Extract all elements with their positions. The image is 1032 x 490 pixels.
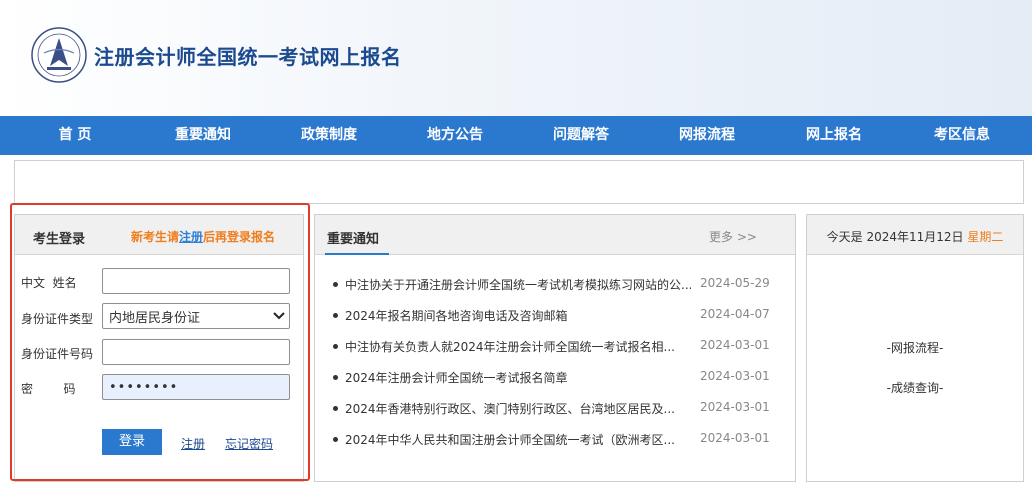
bullet-icon [333, 375, 338, 380]
notice-item[interactable]: 2024年报名期间各地咨询电话及咨询邮箱 2024-04-07 [333, 307, 789, 327]
notice-item[interactable]: 中注协关于开通注册会计师全国统一考试机考模拟练习网站的公... 2024-05-… [333, 276, 789, 296]
login-highlight-box [10, 203, 310, 481]
today-date: 今天是 2024年11月12日 星期二 [807, 228, 1023, 245]
nav-policy[interactable]: 政策制度 [274, 116, 384, 155]
main-nav: 首 页 重要通知 政策制度 地方公告 问题解答 网报流程 网上报名 考区信息 [0, 116, 1032, 155]
notice-item-date: 2024-04-07 [700, 307, 770, 321]
notice-panel: 重要通知 更多 >> 中注协关于开通注册会计师全国统一考试机考模拟练习网站的公.… [314, 214, 796, 482]
notice-title: 重要通知 [327, 232, 380, 247]
nav-process[interactable]: 网报流程 [652, 116, 762, 155]
bullet-icon [333, 437, 338, 442]
bullet-icon [333, 282, 338, 287]
notice-more-link[interactable]: 更多 >> [709, 228, 757, 245]
notice-item-title[interactable]: 中注协有关负责人就2024年注册会计师全国统一考试报名相... [345, 338, 691, 355]
notice-panel-header: 重要通知 更多 >> [315, 215, 795, 255]
date-panel: 今天是 2024年11月12日 星期二 -网报流程- -成绩查询- [806, 214, 1024, 482]
cicpa-seal-icon [31, 27, 87, 83]
notice-item-date: 2024-05-29 [700, 276, 770, 290]
bullet-icon [333, 344, 338, 349]
date-panel-header: 今天是 2024年11月12日 星期二 [807, 215, 1023, 255]
nav-notices[interactable]: 重要通知 [148, 116, 258, 155]
notice-title-underline [325, 253, 389, 255]
notice-item-date: 2024-03-01 [700, 400, 770, 414]
notice-item[interactable]: 2024年注册会计师全国统一考试报名简章 2024-03-01 [333, 369, 789, 389]
banner-area [14, 160, 1024, 204]
score-query-link[interactable]: -成绩查询- [807, 379, 1023, 396]
notice-item-date: 2024-03-01 [700, 369, 770, 383]
notice-item-title[interactable]: 2024年报名期间各地咨询电话及咨询邮箱 [345, 307, 691, 324]
nav-online-registration[interactable]: 网上报名 [779, 116, 889, 155]
notice-item[interactable]: 2024年中华人民共和国注册会计师全国统一考试（欧洲考区... 2024-03-… [333, 431, 789, 451]
bullet-icon [333, 406, 338, 411]
notice-item-title[interactable]: 2024年中华人民共和国注册会计师全国统一考试（欧洲考区... [345, 431, 691, 448]
today-date-text: 今天是 2024年11月12日 [826, 230, 968, 244]
site-title: 注册会计师全国统一考试网上报名 [94, 45, 402, 69]
notice-item-date: 2024-03-01 [700, 431, 770, 445]
bullet-icon [333, 313, 338, 318]
notice-item-title[interactable]: 2024年注册会计师全国统一考试报名简章 [345, 369, 691, 386]
notice-item[interactable]: 中注协有关负责人就2024年注册会计师全国统一考试报名相... 2024-03-… [333, 338, 789, 358]
site-header: 注册会计师全国统一考试网上报名 [0, 0, 1032, 116]
notice-item-title[interactable]: 2024年香港特别行政区、澳门特别行政区、台湾地区居民及... [345, 400, 691, 417]
nav-exam-area-info[interactable]: 考区信息 [907, 116, 1017, 155]
today-weekday: 星期二 [967, 230, 1004, 244]
notice-item-date: 2024-03-01 [700, 338, 770, 352]
nav-faq[interactable]: 问题解答 [526, 116, 636, 155]
process-link[interactable]: -网报流程- [807, 339, 1023, 356]
nav-home[interactable]: 首 页 [20, 116, 130, 155]
notice-item-title[interactable]: 中注协关于开通注册会计师全国统一考试机考模拟练习网站的公... [345, 276, 691, 293]
notice-item[interactable]: 2024年香港特别行政区、澳门特别行政区、台湾地区居民及... 2024-03-… [333, 400, 789, 420]
nav-local-announcements[interactable]: 地方公告 [400, 116, 510, 155]
